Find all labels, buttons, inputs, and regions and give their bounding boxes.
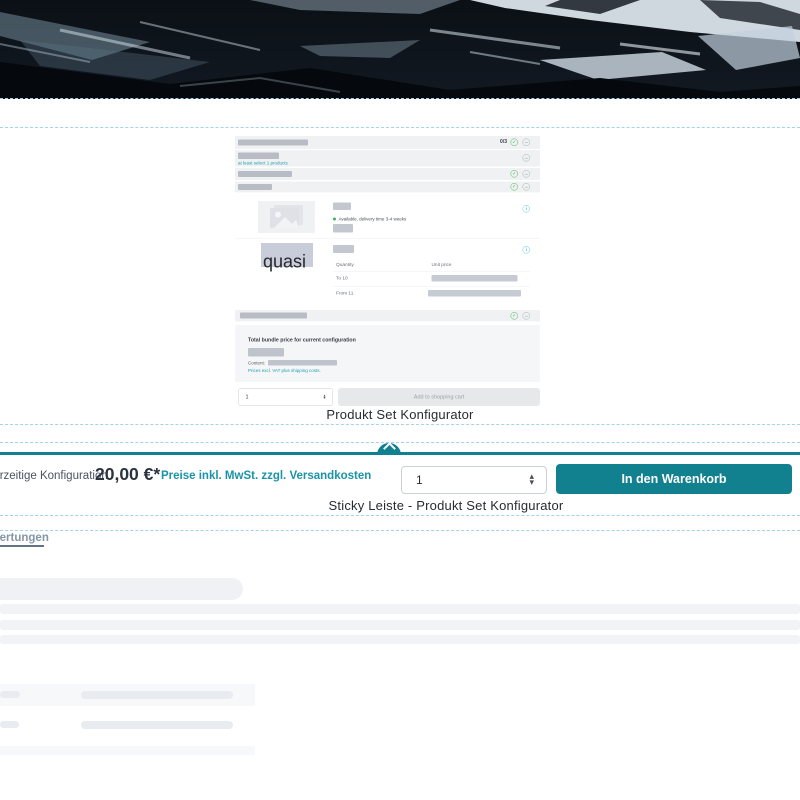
vat-note-link[interactable]: Prices excl. VAT plus shipping costs.: [248, 368, 321, 373]
sticky-collapse-tab[interactable]: [377, 443, 401, 455]
stepper-icon: ▴ ▾: [529, 474, 534, 485]
sticky-caption: Sticky Leiste - Produkt Set Konfigurator: [46, 498, 800, 513]
config-group-header[interactable]: ✓ −: [235, 182, 540, 193]
section-divider-dashed: [0, 127, 800, 128]
image-alt-text: quasi: [263, 251, 306, 272]
hero-mountain-image: [0, 0, 800, 99]
price: 20,00 €*: [95, 464, 160, 485]
skeleton-pill: [0, 691, 20, 698]
tier-label: From 11: [336, 291, 353, 297]
tier-row: From 11: [333, 286, 530, 301]
quantity-value: 1: [246, 394, 249, 400]
availability-dot: [333, 218, 336, 221]
collapse-icon[interactable]: −: [523, 154, 531, 162]
storefront-page: 0/3 ✓ − at least select 1 products − ✓ −…: [0, 0, 800, 800]
divider: [235, 238, 540, 239]
product-set-configurator: 0/3 ✓ − at least select 1 products − ✓ −…: [235, 133, 540, 408]
placeholder-bar: [238, 140, 308, 146]
section-divider-dashed: [0, 424, 800, 425]
config-group-header[interactable]: at least select 1 products −: [235, 150, 540, 167]
tab-reviews[interactable]: Bewertungen: [0, 532, 49, 544]
content-label: Content:: [248, 360, 265, 365]
check-circle-icon: ✓: [511, 312, 519, 320]
mountain-graphic: [0, 0, 800, 99]
config-group-header[interactable]: ✓ −: [235, 168, 540, 180]
check-circle-icon: ✓: [511, 183, 519, 191]
skeleton-line: [0, 635, 800, 644]
active-tab-underline: [0, 545, 44, 547]
progress-counter: 0/3: [500, 139, 507, 145]
info-icon[interactable]: i: [523, 246, 531, 254]
column-quantity: Quantity: [336, 262, 354, 268]
check-circle-icon: ✓: [511, 139, 519, 147]
section-divider-dashed: [0, 442, 800, 443]
skeleton-pill: [0, 721, 19, 728]
collapse-icon[interactable]: −: [523, 183, 531, 191]
current-config-label: Derzeitige Konfiguration: [0, 470, 108, 482]
placeholder-bar: [432, 275, 518, 282]
tier-table-header: Quantity Unit price: [333, 258, 530, 272]
tier-label: To 10: [336, 276, 348, 282]
collapse-icon[interactable]: −: [523, 312, 531, 320]
section-divider-dashed: [0, 515, 800, 516]
collapse-icon[interactable]: −: [523, 170, 531, 178]
skeleton-pill: [81, 691, 233, 699]
tier-row: To 10: [333, 271, 530, 287]
column-unit-price: Unit price: [432, 262, 452, 268]
placeholder-bar: [238, 184, 272, 190]
chevron-up-icon: [383, 442, 396, 455]
section-divider-dashed: [0, 530, 800, 531]
stepper-icon: ▴ ▾: [323, 395, 325, 400]
placeholder-bar: [268, 360, 337, 366]
selection-hint: at least select 1 products: [238, 161, 288, 166]
skeleton-row-bg: [0, 746, 255, 755]
placeholder-bar: [428, 290, 521, 297]
photo-icon: [267, 204, 306, 230]
config-group-header[interactable]: 0/3 ✓ −: [235, 136, 540, 149]
config-group-header[interactable]: ✓ −: [235, 310, 540, 322]
placeholder-bar: [238, 153, 279, 160]
availability-text: Available, delivery time 3-4 weeks: [339, 217, 407, 222]
placeholder-bar: [240, 313, 307, 319]
add-to-cart-button[interactable]: In den Warenkorb: [556, 464, 792, 494]
configurator-caption: Produkt Set Konfigurator: [0, 407, 800, 422]
skeleton-heading: [0, 578, 243, 600]
section-divider-dashed: [0, 98, 800, 99]
check-circle-icon: ✓: [511, 170, 519, 178]
placeholder-bar: [238, 171, 292, 177]
placeholder-bar: [333, 203, 351, 211]
add-to-cart-button-disabled[interactable]: Add to shopping cart: [338, 388, 540, 406]
skeleton-pill: [81, 721, 233, 729]
tax-shipping-link[interactable]: Preise inkl. MwSt. zzgl. Versandkosten: [161, 470, 371, 482]
total-title: Total bundle price for current configura…: [248, 337, 356, 343]
placeholder-bar: [333, 224, 353, 233]
product-image-placeholder: [258, 201, 315, 233]
quantity-value: 1: [416, 473, 423, 487]
skeleton-line: [0, 604, 800, 614]
info-icon[interactable]: i: [523, 205, 531, 213]
placeholder-bar: [248, 348, 284, 357]
skeleton-line: [0, 620, 800, 630]
sticky-quantity-select[interactable]: 1 ▴ ▾: [401, 466, 547, 494]
placeholder-bar: [333, 245, 354, 253]
quantity-select[interactable]: 1 ▴ ▾: [238, 388, 333, 406]
total-summary: Total bundle price for current configura…: [235, 325, 540, 382]
collapse-icon[interactable]: −: [523, 139, 531, 147]
